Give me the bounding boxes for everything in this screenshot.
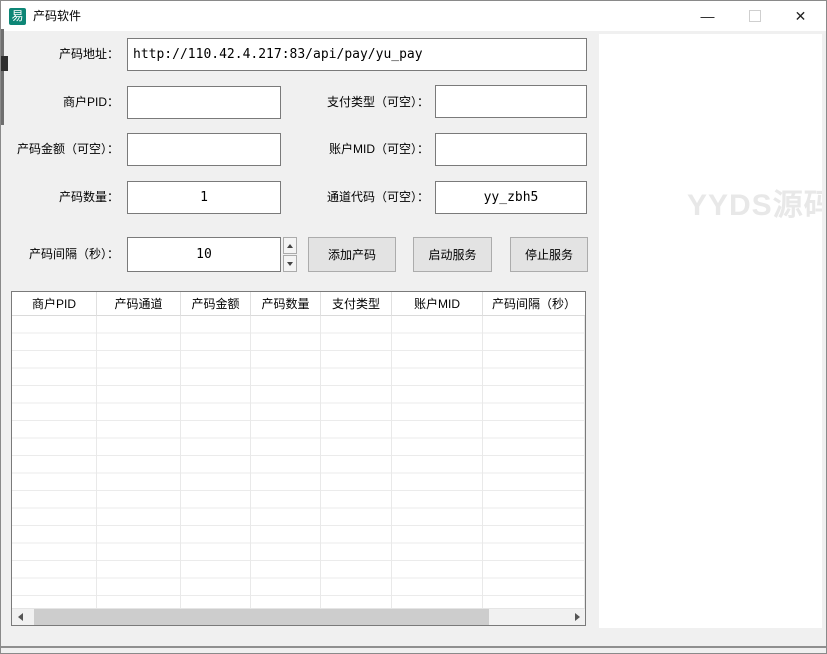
maximize-icon [748, 10, 761, 22]
arrow-down-icon [287, 261, 293, 266]
quantity-input[interactable] [127, 181, 281, 214]
maximize-button[interactable] [732, 1, 777, 31]
app-logo-icon: 易 [9, 8, 26, 25]
title-bar: 易 产码软件 — ✕ [1, 1, 826, 31]
amount-label: 产码金额（可空）： [16, 142, 119, 156]
header-merchant-pid[interactable]: 商户PID [12, 292, 97, 316]
header-code-amount[interactable]: 产码金额 [181, 292, 251, 316]
codes-table: 商户PID 产码通道 产码金额 产码数量 支付类型 账户MID 产码间隔（秒） [11, 291, 586, 626]
table-header-row: 商户PID 产码通道 产码金额 产码数量 支付类型 账户MID 产码间隔（秒） [12, 292, 585, 316]
background-window-edge [1, 29, 4, 125]
arrow-up-icon [287, 243, 293, 248]
merchant-pid-input[interactable] [127, 86, 281, 119]
account-mid-label: 账户MID（可空）： [329, 142, 429, 156]
address-label: 产码地址： [58, 47, 119, 61]
header-code-channel[interactable]: 产码通道 [97, 292, 181, 316]
table-column-grid [12, 316, 585, 609]
window-title: 产码软件 [33, 9, 82, 23]
merchant-pid-label: 商户PID： [62, 95, 119, 109]
window-bottom-edge [1, 646, 826, 648]
scrollbar-track[interactable] [28, 609, 569, 625]
scrollbar-thumb[interactable] [34, 609, 489, 625]
header-code-interval[interactable]: 产码间隔（秒） [483, 292, 585, 316]
app-window: 易 产码软件 — ✕ 产码地址： 商户PID： 支付类型（可空）： 产码金额（可… [0, 0, 827, 654]
header-code-quantity[interactable]: 产码数量 [251, 292, 321, 316]
stop-service-button[interactable]: 停止服务 [510, 237, 588, 272]
scroll-right-button[interactable] [569, 609, 585, 625]
watermark-text: YYDS源码网 [687, 189, 822, 222]
account-mid-input[interactable] [435, 133, 587, 166]
start-service-button[interactable]: 启动服务 [413, 237, 492, 272]
channel-code-input[interactable] [435, 181, 587, 214]
table-body [12, 316, 585, 609]
header-account-mid[interactable]: 账户MID [392, 292, 483, 316]
pay-type-label: 支付类型（可空）： [326, 95, 429, 109]
pay-type-input[interactable] [435, 85, 587, 118]
close-button[interactable]: ✕ [778, 1, 823, 31]
quantity-label: 产码数量： [58, 190, 119, 204]
channel-code-label: 通道代码（可空）： [326, 190, 429, 204]
scroll-left-button[interactable] [12, 609, 28, 625]
arrow-right-icon [574, 613, 580, 621]
minimize-button[interactable]: — [685, 1, 730, 31]
header-pay-type[interactable]: 支付类型 [321, 292, 392, 316]
arrow-left-icon [17, 613, 23, 621]
amount-input[interactable] [127, 133, 281, 166]
right-panel: YYDS源码网 [599, 34, 822, 628]
add-code-button[interactable]: 添加产码 [308, 237, 396, 272]
spinner-down-button[interactable] [283, 255, 297, 272]
interval-label: 产码间隔（秒）： [28, 247, 119, 261]
address-input[interactable] [127, 38, 587, 71]
spinner-up-button[interactable] [283, 237, 297, 254]
horizontal-scrollbar [12, 608, 585, 625]
interval-input[interactable] [127, 237, 281, 272]
interval-spinner [283, 237, 297, 272]
background-window-icon [1, 56, 8, 71]
